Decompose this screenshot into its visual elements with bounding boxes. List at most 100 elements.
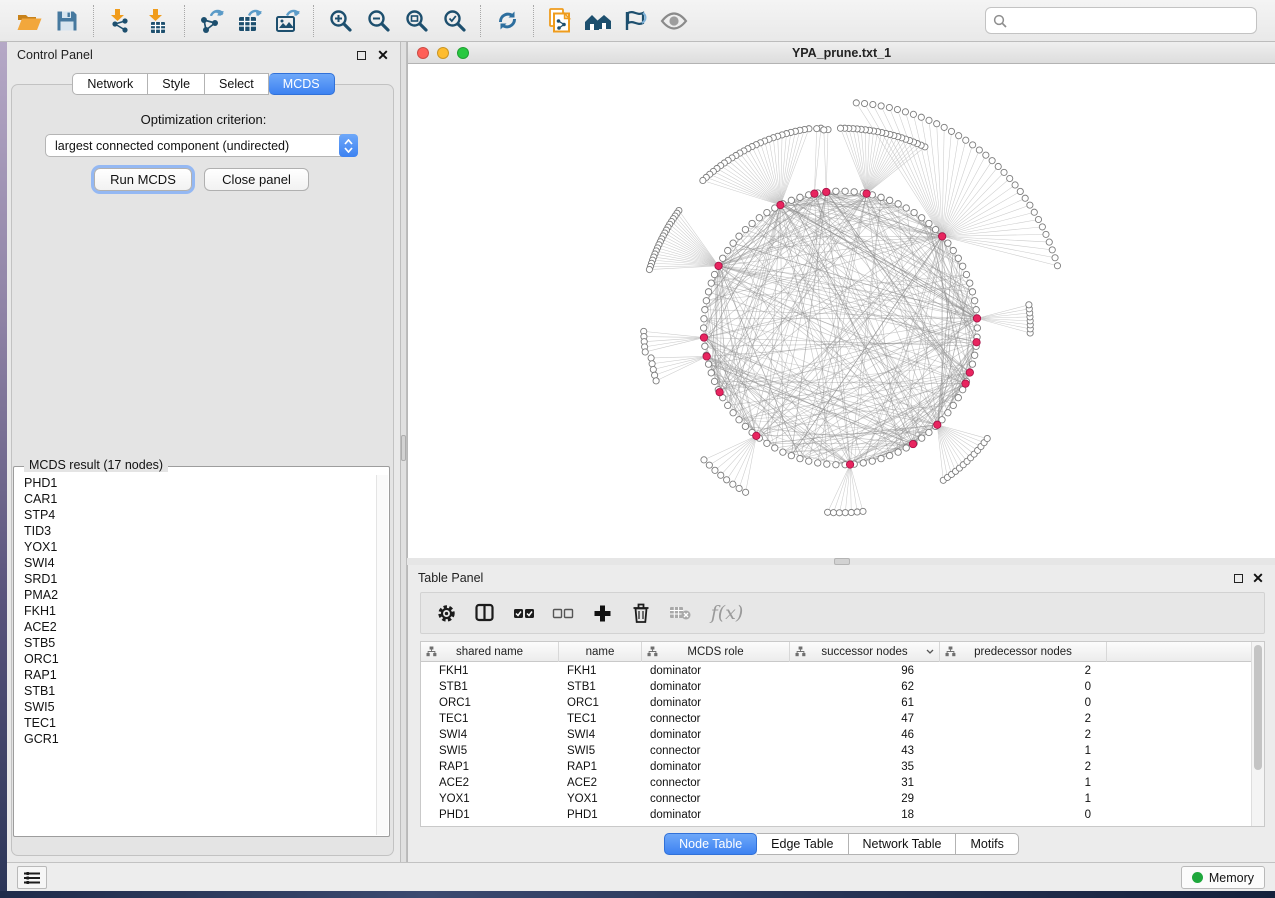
search-field[interactable] — [985, 7, 1257, 34]
delete-table-button[interactable] — [665, 597, 695, 629]
table-cell: 47 — [790, 711, 940, 727]
zoom-in-button[interactable] — [321, 3, 359, 39]
table-row[interactable]: RAP1RAP1dominator352 — [421, 759, 1251, 775]
plus-icon — [593, 604, 612, 623]
node-table: shared name name MCDS rolesuccessor nodes p… — [420, 641, 1265, 827]
vertical-splitter[interactable] — [400, 42, 407, 862]
zoom-fit-button[interactable] — [397, 3, 435, 39]
save-session-button[interactable] — [48, 3, 86, 39]
splitter-handle[interactable] — [401, 435, 406, 461]
export-image-button[interactable] — [268, 3, 306, 39]
column-label: name — [586, 646, 615, 658]
delete-column-button[interactable] — [626, 597, 656, 629]
tab-edge-table[interactable]: Edge Table — [757, 833, 848, 855]
table-row[interactable]: FKH1FKH1dominator962 — [421, 663, 1251, 679]
hide-graphics-details-button[interactable] — [617, 3, 655, 39]
network-canvas[interactable] — [408, 64, 1275, 558]
column-header-predecessor-nodes[interactable]: predecessor nodes — [940, 642, 1107, 662]
table-row[interactable]: ORC1ORC1dominator610 — [421, 695, 1251, 711]
tab-network-table[interactable]: Network Table — [849, 833, 957, 855]
mcds-result-item[interactable]: PHD1 — [15, 475, 376, 491]
table-cell: SWI5 — [421, 743, 559, 759]
column-header-shared-name[interactable]: shared name — [421, 642, 559, 662]
deselect-all-button[interactable] — [548, 597, 578, 629]
float-table-panel-button[interactable] — [1231, 571, 1245, 585]
show-task-history-button[interactable] — [17, 866, 47, 889]
mcds-result-item[interactable]: CAR1 — [15, 491, 376, 507]
table-row[interactable]: SWI5SWI5connector431 — [421, 743, 1251, 759]
mcds-result-item[interactable]: ORC1 — [15, 651, 376, 667]
mcds-result-item[interactable]: YOX1 — [15, 539, 376, 555]
export-network-button[interactable] — [192, 3, 230, 39]
import-table-button[interactable] — [139, 3, 177, 39]
tab-style[interactable]: Style — [148, 73, 205, 95]
apply-layout-button[interactable] — [488, 3, 526, 39]
search-input[interactable] — [1013, 14, 1249, 28]
mcds-result-item[interactable]: GCR1 — [15, 731, 376, 747]
horizontal-splitter[interactable] — [407, 558, 1275, 565]
splitter-handle[interactable] — [834, 558, 850, 565]
export-table-button[interactable] — [230, 3, 268, 39]
mcds-result-item[interactable]: STB1 — [15, 683, 376, 699]
float-panel-button[interactable] — [354, 48, 368, 62]
column-header-successor-nodes[interactable]: successor nodes — [790, 642, 940, 662]
homes-icon — [583, 9, 613, 33]
column-label: predecessor nodes — [974, 646, 1072, 658]
show-graphics-details-button[interactable] — [655, 3, 693, 39]
table-options-button[interactable] — [431, 597, 461, 629]
table-row[interactable]: SWI4SWI4dominator462 — [421, 727, 1251, 743]
zoom-selected-button[interactable] — [435, 3, 473, 39]
table-cell: FKH1 — [559, 663, 642, 679]
tab-network[interactable]: Network — [72, 73, 148, 95]
mcds-result-item[interactable]: ACE2 — [15, 619, 376, 635]
close-panel-button[interactable]: ✕ — [376, 48, 390, 62]
mcds-result-item[interactable]: TEC1 — [15, 715, 376, 731]
table-cell: 1 — [940, 775, 1107, 791]
mcds-result-item[interactable]: STP4 — [15, 507, 376, 523]
run-mcds-button[interactable]: Run MCDS — [94, 168, 192, 191]
close-panel-action-button[interactable]: Close panel — [204, 168, 309, 191]
network-titlebar[interactable]: YPA_prune.txt_1 — [408, 42, 1275, 64]
search-icon — [993, 14, 1007, 28]
table-cell: 61 — [790, 695, 940, 711]
mcds-result-item[interactable]: FKH1 — [15, 603, 376, 619]
tab-mcds[interactable]: MCDS — [269, 73, 335, 95]
column-header-name[interactable]: name — [559, 642, 642, 662]
first-neighbors-button[interactable] — [579, 3, 617, 39]
criterion-dropdown[interactable]: largest connected component (undirected) — [45, 134, 358, 157]
column-options-button[interactable] — [470, 597, 500, 629]
table-row[interactable]: ACE2ACE2connector311 — [421, 775, 1251, 791]
mcds-result-item[interactable]: TID3 — [15, 523, 376, 539]
column-type-icon — [795, 646, 806, 657]
close-table-panel-button[interactable]: ✕ — [1251, 571, 1265, 585]
mcds-list-scrollbar[interactable] — [376, 475, 388, 835]
open-file-button[interactable] — [10, 3, 48, 39]
network-graph[interactable] — [408, 64, 1275, 558]
import-network-button[interactable] — [101, 3, 139, 39]
tab-select[interactable]: Select — [205, 73, 269, 95]
table-row[interactable]: TEC1TEC1connector472 — [421, 711, 1251, 727]
table-scrollbar[interactable] — [1251, 642, 1264, 826]
scrollbar-thumb[interactable] — [1254, 645, 1262, 770]
mcds-result-item[interactable]: SWI5 — [15, 699, 376, 715]
column-header-MCDS-role[interactable]: MCDS role — [642, 642, 790, 662]
tab-node-table[interactable]: Node Table — [664, 833, 757, 855]
mcds-result-item[interactable]: SRD1 — [15, 571, 376, 587]
table-row[interactable]: PHD1PHD1dominator180 — [421, 807, 1251, 823]
column-label: shared name — [456, 646, 523, 658]
select-all-button[interactable] — [509, 597, 539, 629]
clone-network-button[interactable] — [541, 3, 579, 39]
mcds-result-item[interactable]: PMA2 — [15, 587, 376, 603]
table-row[interactable]: STB1STB1dominator620 — [421, 679, 1251, 695]
function-builder-button[interactable]: f(x) — [704, 597, 750, 629]
tab-motifs[interactable]: Motifs — [956, 833, 1018, 855]
mcds-result-item[interactable]: STB5 — [15, 635, 376, 651]
mcds-result-list[interactable]: PHD1CAR1STP4TID3YOX1SWI4SRD1PMA2FKH1ACE2… — [15, 475, 376, 835]
mcds-result-item[interactable]: RAP1 — [15, 667, 376, 683]
zoom-out-button[interactable] — [359, 3, 397, 39]
memory-button[interactable]: Memory — [1181, 866, 1265, 889]
mcds-result-item[interactable]: SWI4 — [15, 555, 376, 571]
add-column-button[interactable] — [587, 597, 617, 629]
table-row[interactable]: YOX1YOX1connector291 — [421, 791, 1251, 807]
table-cell: dominator — [642, 807, 790, 823]
